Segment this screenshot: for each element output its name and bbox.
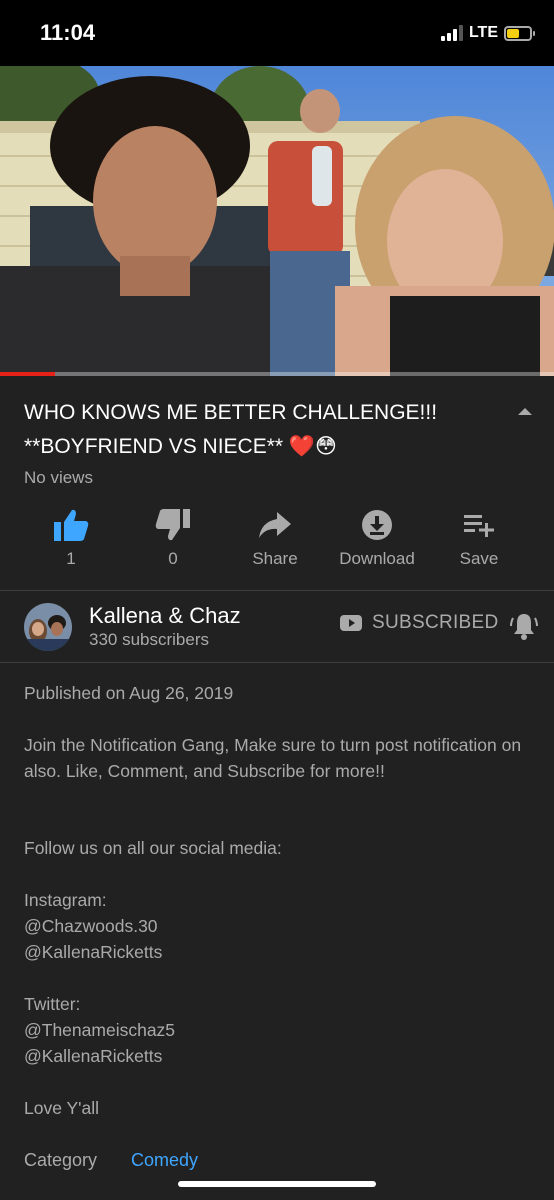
view-count: No views: [24, 468, 93, 487]
thumbs-down-icon: [155, 509, 190, 541]
video-title-container[interactable]: WHO KNOWS ME BETTER CHALLENGE!!! **BOYFR…: [24, 396, 504, 464]
subscribed-label: SUBSCRIBED: [372, 612, 499, 633]
channel-name[interactable]: Kallena & Chaz: [89, 603, 241, 629]
avatar-image: [24, 603, 72, 651]
chevron-up-icon[interactable]: [514, 404, 536, 420]
video-player[interactable]: [0, 66, 554, 376]
dislike-button[interactable]: 0: [118, 506, 228, 569]
video-actions: 1 0 Share Download Save: [0, 506, 554, 586]
twitter-link[interactable]: @Thenameischaz5: [24, 1017, 524, 1043]
thumbs-up-icon: [54, 509, 89, 541]
save-label: Save: [459, 549, 499, 568]
category-link[interactable]: Comedy: [131, 1150, 198, 1171]
download-label: Download: [339, 549, 415, 568]
category-row: Category Comedy: [24, 1150, 198, 1171]
share-icon: [259, 512, 291, 538]
save-button[interactable]: Save: [424, 506, 534, 569]
share-label: Share: [252, 549, 298, 568]
subscribed-button[interactable]: SUBSCRIBED: [340, 612, 499, 634]
status-indicators: LTE: [440, 24, 535, 42]
video-title: WHO KNOWS ME BETTER CHALLENGE!!! **BOYFR…: [24, 401, 438, 458]
battery-level: [507, 28, 520, 38]
network-type: LTE: [468, 24, 498, 41]
signal-strength-icon: [440, 25, 463, 41]
description-paragraph: Join the Notification Gang, Make sure to…: [24, 735, 522, 781]
status-time: 11:04: [40, 20, 96, 45]
dislike-count: 0: [168, 549, 178, 568]
instagram-heading: Instagram:: [24, 890, 107, 910]
divider: [0, 590, 554, 591]
home-indicator[interactable]: [178, 1181, 376, 1187]
description-closing: Love Y'all: [24, 1098, 100, 1118]
video-progress-fill: [0, 372, 56, 376]
download-icon: [362, 510, 392, 540]
category-label: Category: [24, 1150, 98, 1170]
like-count: 1: [66, 549, 76, 568]
divider: [0, 662, 554, 663]
subscriber-count: 330 subscribers: [89, 630, 210, 649]
youtube-play-icon: [340, 615, 362, 631]
channel-row[interactable]: Kallena & Chaz 330 subscribers SUBSCRIBE…: [0, 592, 554, 662]
notification-bell-icon[interactable]: [508, 610, 540, 642]
instagram-link[interactable]: @Chazwoods.30: [24, 913, 524, 939]
playlist-add-icon: [464, 515, 494, 537]
like-button[interactable]: 1: [16, 506, 126, 569]
video-frame: [0, 66, 554, 376]
video-progress-bar[interactable]: [0, 372, 554, 376]
status-bar: 11:04 LTE: [0, 0, 554, 66]
channel-avatar[interactable]: [24, 603, 72, 651]
instagram-link[interactable]: @KallenaRicketts: [24, 939, 524, 965]
published-date: Published on Aug 26, 2019: [24, 683, 234, 703]
share-button[interactable]: Share: [220, 506, 330, 569]
battery-icon: [504, 25, 535, 41]
twitter-heading: Twitter:: [24, 994, 81, 1014]
twitter-link[interactable]: @KallenaRicketts: [24, 1043, 524, 1069]
download-button[interactable]: Download: [322, 506, 432, 569]
description-paragraph: Follow us on all our social media:: [24, 838, 282, 858]
